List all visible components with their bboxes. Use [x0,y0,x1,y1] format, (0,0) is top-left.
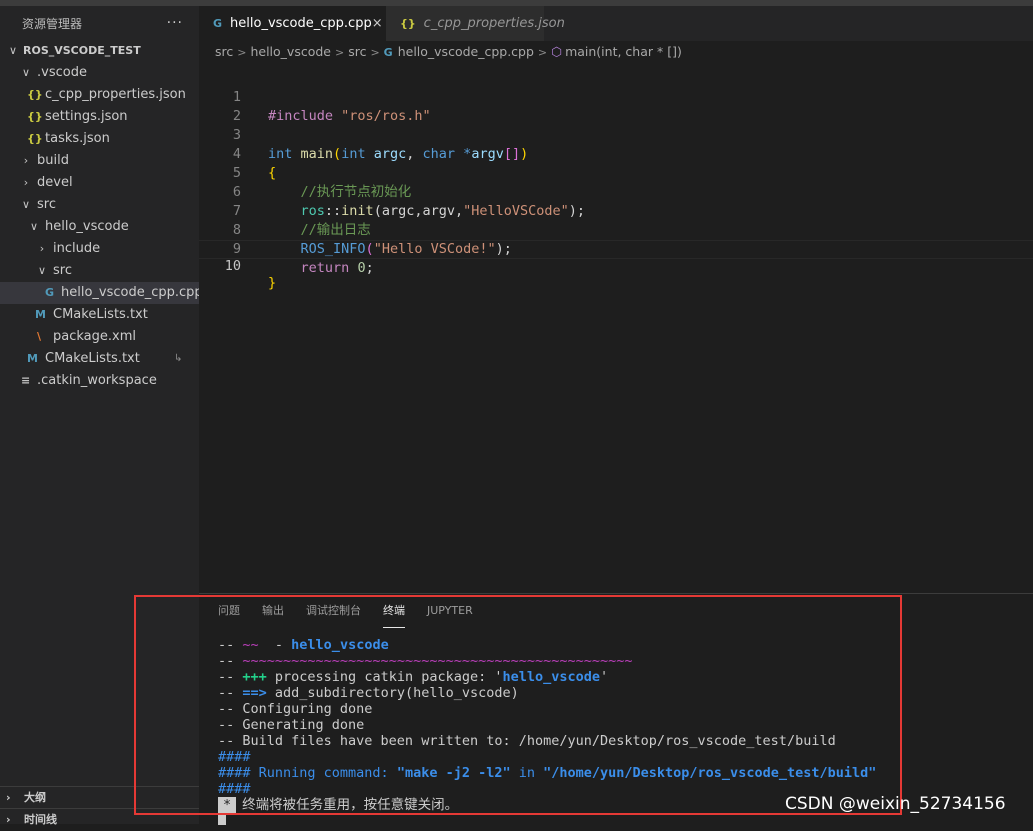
rss-xml-file-icon: \ [37,330,42,343]
tree-item-package-xml[interactable]: \ package.xml [0,326,199,348]
editor-area: G hello_vscode_cpp.cpp × {} c_cpp_proper… [199,6,1033,593]
code-line: 7 //输出日志 [232,203,371,238]
breadcrumb-symbol-main[interactable]: main(int, char * []) [565,44,682,59]
terminal-line: -- ~~~~~~~~~~~~~~~~~~~~~~~~~~~~~~~~~~~~~… [218,653,633,669]
tree-item-src-folder[interactable]: ∨ src [0,194,199,216]
terminal-line: #### [218,781,251,797]
json-file-icon: {} [27,88,43,101]
code-line: 9 return 0; [232,241,374,276]
chevron-down-icon: ∨ [29,220,39,233]
code-line: 3 int main(int argc, char *argv[]) [232,127,529,162]
code-line: 5 //执行节点初始化 [232,165,412,200]
breadcrumb-hello-vscode[interactable]: hello_vscode [250,44,331,59]
tab-output[interactable]: 输出 [262,594,284,628]
explorer-header: 资源管理器 ··· [0,6,199,40]
code-line: 2 [232,108,241,124]
tree-item-hello-vscode-cpp[interactable]: G hello_vscode_cpp.cpp [0,282,203,304]
tree-item-include-folder[interactable]: › include [0,238,199,260]
outline-section[interactable]: › 大纲 [0,786,199,809]
tree-item-c-cpp-properties[interactable]: {} c_cpp_properties.json [0,84,199,106]
terminal-line: -- ~~ - hello_vscode [218,637,389,653]
breadcrumb-src[interactable]: src [215,44,233,59]
terminal-line: -- +++ processing catkin package: 'hello… [218,669,609,685]
chevron-down-icon: ∨ [21,198,31,211]
symlink-icon: ↳ [174,353,183,364]
json-file-icon: {} [27,132,43,145]
terminal-line: -- ==> add_subdirectory(hello_vscode) [218,685,519,701]
chevron-right-icon: › [6,791,11,804]
breadcrumb-file[interactable]: hello_vscode_cpp.cpp [398,44,534,59]
tree-item-settings-json[interactable]: {} settings.json [0,106,199,128]
chevron-right-icon: > [370,46,380,59]
code-line: 6 ros::init(argc,argv,"HelloVSCode"); [232,184,586,219]
watermark: CSDN @weixin_52734156 [785,794,1006,814]
code-line: 4 { [232,146,277,181]
chevron-right-icon: › [6,813,11,826]
more-actions-icon[interactable]: ··· [167,15,183,31]
tab-terminal[interactable]: 终端 [383,594,405,628]
tree-item-tasks-json[interactable]: {} tasks.json [0,128,199,150]
tab-problems[interactable]: 问题 [218,594,240,628]
tree-item-devel-folder[interactable]: › devel [0,172,199,194]
tree-item-vscode-folder[interactable]: ∨ .vscode [0,62,199,84]
tree-item-build-folder[interactable]: › build [0,150,199,172]
root-folder-label: ROS_VSCODE_TEST [23,44,141,57]
terminal-output[interactable]: -- ~~ - hello_vscode -- ~~~~~~~~~~~~~~~~… [218,637,876,813]
tab-debug-console[interactable]: 调试控制台 [306,594,361,628]
chevron-right-icon: > [237,46,247,59]
terminal-line: -- Configuring done [218,701,373,717]
tree-item-pkg-cmakelists[interactable]: M CMakeLists.txt [0,304,199,326]
terminal-line: * 终端将被任务重用，按任意键关闭。 [218,797,876,813]
panel-tabs: 问题 输出 调试控制台 终端 JUPYTER [199,594,1033,628]
method-cube-icon: ⬡ [551,44,563,59]
terminal-line: -- Build files have been written to: /ho… [218,733,836,749]
explorer-title: 资源管理器 [22,16,83,31]
cpp-file-icon: G [45,286,55,299]
terminal-line: -- Generating done [218,717,365,733]
code-line: 8 ROS_INFO("Hello VSCode!"); [232,222,512,257]
cpp-file-icon: G [383,46,393,59]
json-file-icon: {} [400,17,416,30]
task-badge: * [218,797,237,813]
breadcrumb: src > hello_vscode > src > Ghello_vscode_cpp.c… [199,41,1033,63]
tab-jupyter[interactable]: JUPYTER [427,594,473,628]
tree-root-folder[interactable]: ∨ ROS_VSCODE_TEST [0,40,199,62]
chevron-down-icon: ∨ [8,44,18,57]
json-file-icon: {} [27,110,43,123]
chevron-right-icon: > [334,46,345,59]
chevron-down-icon: ∨ [37,264,47,277]
tree-item-hello-vscode-folder[interactable]: ∨ hello_vscode [0,216,199,238]
tab-hello-vscode-cpp[interactable]: G hello_vscode_cpp.cpp × [199,6,386,41]
code-line: 1 #include "ros/ros.h" [232,89,431,124]
chevron-right-icon: › [23,176,29,189]
tab-label: hello_vscode_cpp.cpp [230,16,372,31]
cmake-file-icon: M [35,308,46,321]
cpp-file-icon: G [213,17,223,30]
chevron-right-icon: › [39,242,45,255]
bottom-panel: 问题 输出 调试控制台 终端 JUPYTER -- ~~ - hello_vsc… [199,593,1033,825]
code-line-current: 10 } [199,240,1033,291]
code-editor[interactable]: 1 #include "ros/ros.h" 2 3 int main(int … [199,69,1033,291]
tab-label: c_cpp_properties.json [423,16,565,31]
chevron-right-icon: > [537,46,548,59]
tree-item-src-cmakelists[interactable]: M CMakeLists.txt ↳ [0,348,199,370]
terminal-line: #### [218,749,251,765]
file-tree: ∨ ROS_VSCODE_TEST ∨ .vscode {} c_cpp_pro… [0,40,203,392]
text-file-icon: ≡ [21,374,31,387]
explorer-sidebar: 资源管理器 ··· ∨ ROS_VSCODE_TEST ∨ .vscode {}… [0,6,203,826]
breadcrumb-src-inner[interactable]: src [348,44,366,59]
tree-item-catkin-workspace[interactable]: ≡ .catkin_workspace [0,370,199,392]
timeline-section[interactable]: › 时间线 [0,808,199,831]
tree-item-inner-src-folder[interactable]: ∨ src [0,260,199,282]
close-icon[interactable]: × [372,16,383,31]
chevron-right-icon: › [23,154,29,167]
tab-c-cpp-properties[interactable]: {} c_cpp_properties.json [386,6,565,41]
terminal-line: #### Running command: "make -j2 -l2" in … [218,765,877,781]
chevron-down-icon: ∨ [21,66,31,79]
editor-tabs: G hello_vscode_cpp.cpp × {} c_cpp_proper… [199,6,1033,41]
cmake-file-icon: M [27,352,38,365]
terminal-cursor [218,813,226,825]
